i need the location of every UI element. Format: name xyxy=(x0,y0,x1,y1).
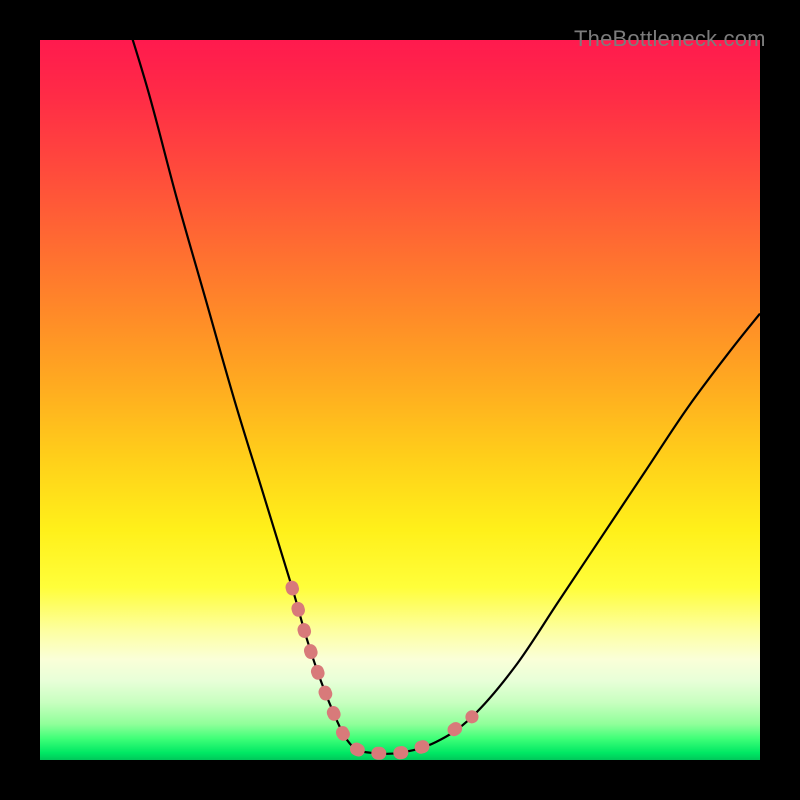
series-dotted-highlight xyxy=(292,587,436,753)
series-bottleneck-curve xyxy=(119,40,760,754)
chart-frame: TheBottleneck.com xyxy=(0,0,800,800)
series-dotted-highlight-right xyxy=(454,717,472,730)
watermark-text: TheBottleneck.com xyxy=(574,26,766,52)
plot-area xyxy=(40,40,760,760)
curve-layer xyxy=(40,40,760,760)
